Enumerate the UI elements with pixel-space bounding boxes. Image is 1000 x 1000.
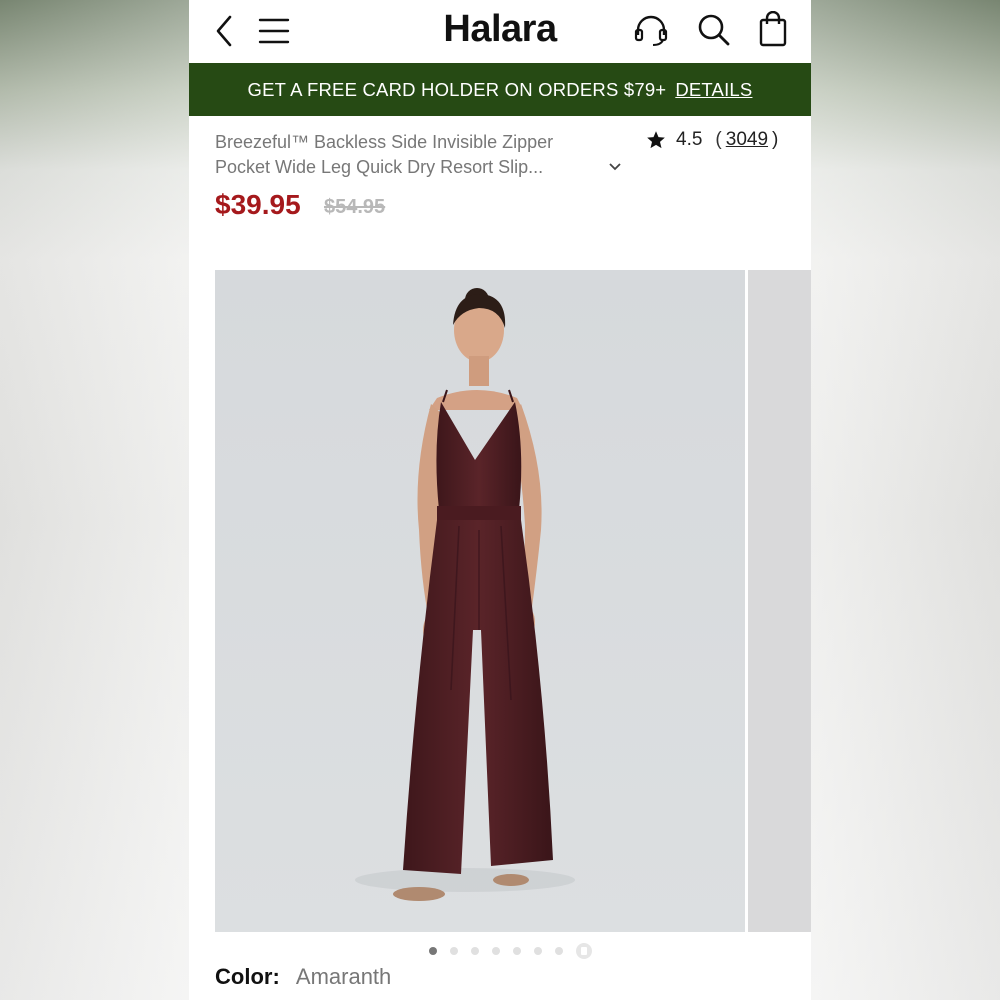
original-price: $54.95 — [324, 196, 386, 218]
shopping-bag-icon[interactable] — [757, 10, 789, 48]
background-right — [811, 0, 1000, 1000]
color-value: Amaranth — [295, 964, 392, 989]
pagination-dot[interactable] — [471, 947, 479, 955]
color-label: Color: — [215, 964, 280, 989]
product-title: Breezeful™ Backless Side Invisible Zippe… — [215, 130, 595, 180]
pagination-dot[interactable] — [450, 947, 458, 955]
headset-icon[interactable] — [633, 12, 669, 48]
top-nav: Halara — [189, 0, 811, 63]
product-image[interactable] — [215, 270, 745, 932]
pagination-dot[interactable] — [534, 947, 542, 955]
rating-value: 4.5 — [676, 129, 703, 150]
gallery-pagination — [429, 943, 592, 959]
pagination-dot[interactable] — [492, 947, 500, 955]
review-paren-close: ) — [772, 129, 779, 150]
search-icon[interactable] — [696, 12, 732, 48]
product-title-line2: Pocket Wide Leg Quick Dry Resort Slip... — [215, 157, 544, 177]
pagination-dot[interactable] — [555, 947, 563, 955]
product-page: Halara GET A FREE CARD HOLDER ON ORDERS … — [189, 0, 811, 1000]
background-left — [0, 0, 190, 1000]
video-slide-icon[interactable] — [576, 943, 592, 959]
expand-title-chevron-icon[interactable] — [608, 160, 622, 175]
promo-details-link[interactable]: DETAILS — [675, 79, 752, 101]
review-paren-open: ( — [715, 129, 722, 150]
menu-icon[interactable] — [257, 14, 291, 48]
promo-banner: GET A FREE CARD HOLDER ON ORDERS $79+ DE… — [189, 63, 811, 116]
sale-price: $39.95 — [215, 189, 301, 220]
pagination-dot[interactable] — [429, 947, 437, 955]
review-count-link[interactable]: 3049 — [726, 129, 768, 151]
product-title-line1: Breezeful™ Backless Side Invisible Zippe… — [215, 132, 554, 152]
color-selector: Color: Amaranth — [215, 964, 391, 990]
next-product-image[interactable] — [748, 270, 811, 932]
back-arrow-icon[interactable] — [209, 14, 239, 48]
rating-summary: 4.5 ( 3049 ) — [646, 129, 778, 151]
star-icon — [647, 131, 665, 149]
pagination-dot[interactable] — [513, 947, 521, 955]
model-illustration — [215, 270, 745, 932]
promo-text: GET A FREE CARD HOLDER ON ORDERS $79+ — [247, 78, 667, 100]
